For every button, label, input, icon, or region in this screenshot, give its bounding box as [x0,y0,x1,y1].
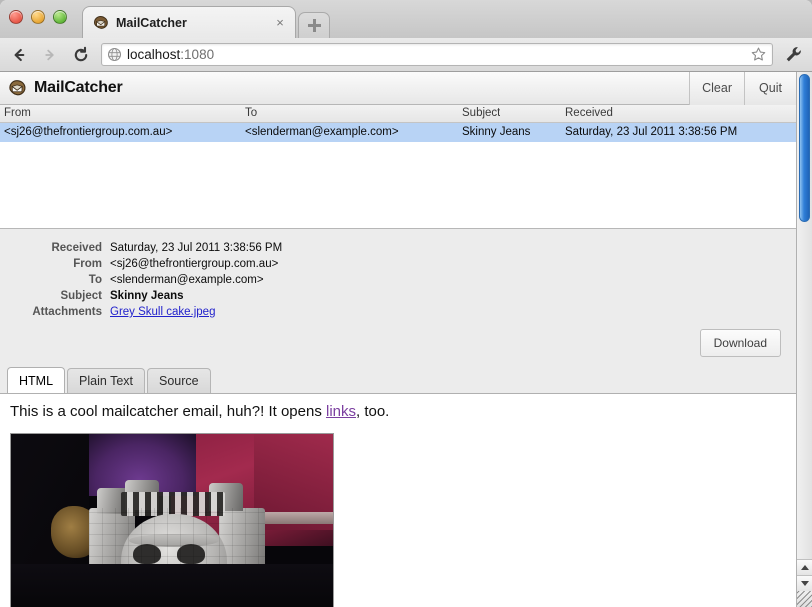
detail-row-to: To <slenderman@example.com> [0,274,796,286]
body-text-after: , too. [356,403,390,420]
address-bar[interactable]: localhost:1080 [101,43,773,66]
detail-label-to: To [88,274,102,286]
reload-icon [74,46,88,61]
app-brand: MailCatcher [0,79,689,98]
message-list: From To Subject Received <sj26@thefronti… [0,105,796,228]
detail-row-from: From <sj26@thefrontiergroup.com.au> [0,258,796,270]
vertical-scrollbar[interactable] [796,72,812,607]
detail-value-subject: Skinny Jeans [110,290,184,302]
arrow-up-icon [800,565,809,570]
body-text-before: This is a cool mailcatcher email, huh?! … [10,403,326,420]
arrow-down-icon [800,581,809,586]
quit-button[interactable]: Quit [744,72,796,105]
mailcatcher-favicon-icon [93,15,108,29]
plus-icon [307,19,321,32]
tab-plain-text[interactable]: Plain Text [67,368,145,393]
forward-button[interactable] [39,44,61,66]
table-row[interactable]: <sj26@thefrontiergroup.com.au> <slenderm… [0,123,796,142]
scrollbar-track[interactable] [797,72,812,559]
message-body-text: This is a cool mailcatcher email, huh?! … [10,402,786,422]
address-bar-url: localhost:1080 [122,47,750,62]
scroll-down-arrow[interactable] [797,575,812,591]
message-list-header: From To Subject Received [0,105,796,123]
cell-from: <sj26@thefrontiergroup.com.au> [4,126,173,138]
detail-value-from: <sj26@thefrontiergroup.com.au> [110,258,279,270]
download-button[interactable]: Download [699,329,781,357]
column-header-to[interactable]: To [245,105,257,122]
reload-button[interactable] [70,44,92,66]
detail-row-attachments: Attachments Grey Skull cake.jpeg [0,306,796,318]
mailcatcher-app: MailCatcher Clear Quit From To Subject R… [0,72,796,607]
star-icon[interactable] [750,46,767,63]
detail-value-attachments: Grey Skull cake.jpeg [110,306,215,318]
forward-arrow-icon [45,49,54,60]
tab-html[interactable]: HTML [7,367,66,393]
message-list-body: <sj26@thefrontiergroup.com.au> <slenderm… [0,123,796,228]
cell-to: <slenderman@example.com> [245,126,399,138]
photo-dark-bottom [11,564,333,607]
back-arrow-icon [14,48,25,61]
minimize-window-button[interactable] [31,10,45,24]
detail-label-subject: Subject [60,290,102,302]
window-controls [9,10,67,24]
cell-received: Saturday, 23 Jul 2011 3:38:56 PM [565,126,738,138]
column-header-from[interactable]: From [4,105,31,122]
browser-tab-active[interactable]: MailCatcher × [82,6,296,38]
close-tab-icon[interactable]: × [273,16,287,30]
browser-tab-strip: MailCatcher × [0,0,812,38]
window-resize-grip[interactable] [797,591,812,607]
address-port: :1080 [180,47,215,62]
clear-button[interactable]: Clear [689,72,744,105]
detail-value-received: Saturday, 23 Jul 2011 3:38:56 PM [110,242,283,254]
column-header-received[interactable]: Received [565,105,613,122]
cell-subject: Skinny Jeans [462,126,531,138]
browser-tab-title: MailCatcher [116,15,187,30]
detail-value-to: <slenderman@example.com> [110,274,264,286]
app-title: MailCatcher [34,79,123,96]
detail-row-received: Received Saturday, 23 Jul 2011 3:38:56 P… [0,242,796,254]
address-host: localhost [127,47,181,62]
column-header-subject[interactable]: Subject [462,105,500,122]
close-window-button[interactable] [9,10,23,24]
message-detail-panel: Received Saturday, 23 Jul 2011 3:38:56 P… [0,228,796,365]
message-body: This is a cool mailcatcher email, huh?! … [0,393,796,607]
wrench-icon [786,47,801,62]
detail-label-received: Received [51,242,102,254]
tab-source[interactable]: Source [147,368,211,393]
scroll-up-arrow[interactable] [797,559,812,575]
maximize-window-button[interactable] [53,10,67,24]
page-viewport: MailCatcher Clear Quit From To Subject R… [0,72,812,607]
globe-icon [107,47,122,62]
detail-label-attachments: Attachments [32,306,102,318]
app-header: MailCatcher Clear Quit [0,72,796,105]
new-tab-button[interactable] [298,12,330,38]
scrollbar-thumb[interactable] [799,74,810,222]
detail-label-from: From [73,258,102,270]
format-tab-bar: HTML Plain Text Source [0,365,796,393]
attachment-image[interactable] [10,433,334,607]
chrome-menu-button[interactable] [782,44,804,66]
back-button[interactable] [8,44,30,66]
mailcatcher-logo-icon [9,79,26,95]
browser-toolbar: localhost:1080 [0,38,812,72]
detail-row-subject: Subject Skinny Jeans [0,290,796,302]
attachment-link[interactable]: Grey Skull cake.jpeg [110,306,215,318]
browser-window: MailCatcher × localhost:1080 MailCatcher… [0,0,812,607]
body-inline-link[interactable]: links [326,403,356,420]
